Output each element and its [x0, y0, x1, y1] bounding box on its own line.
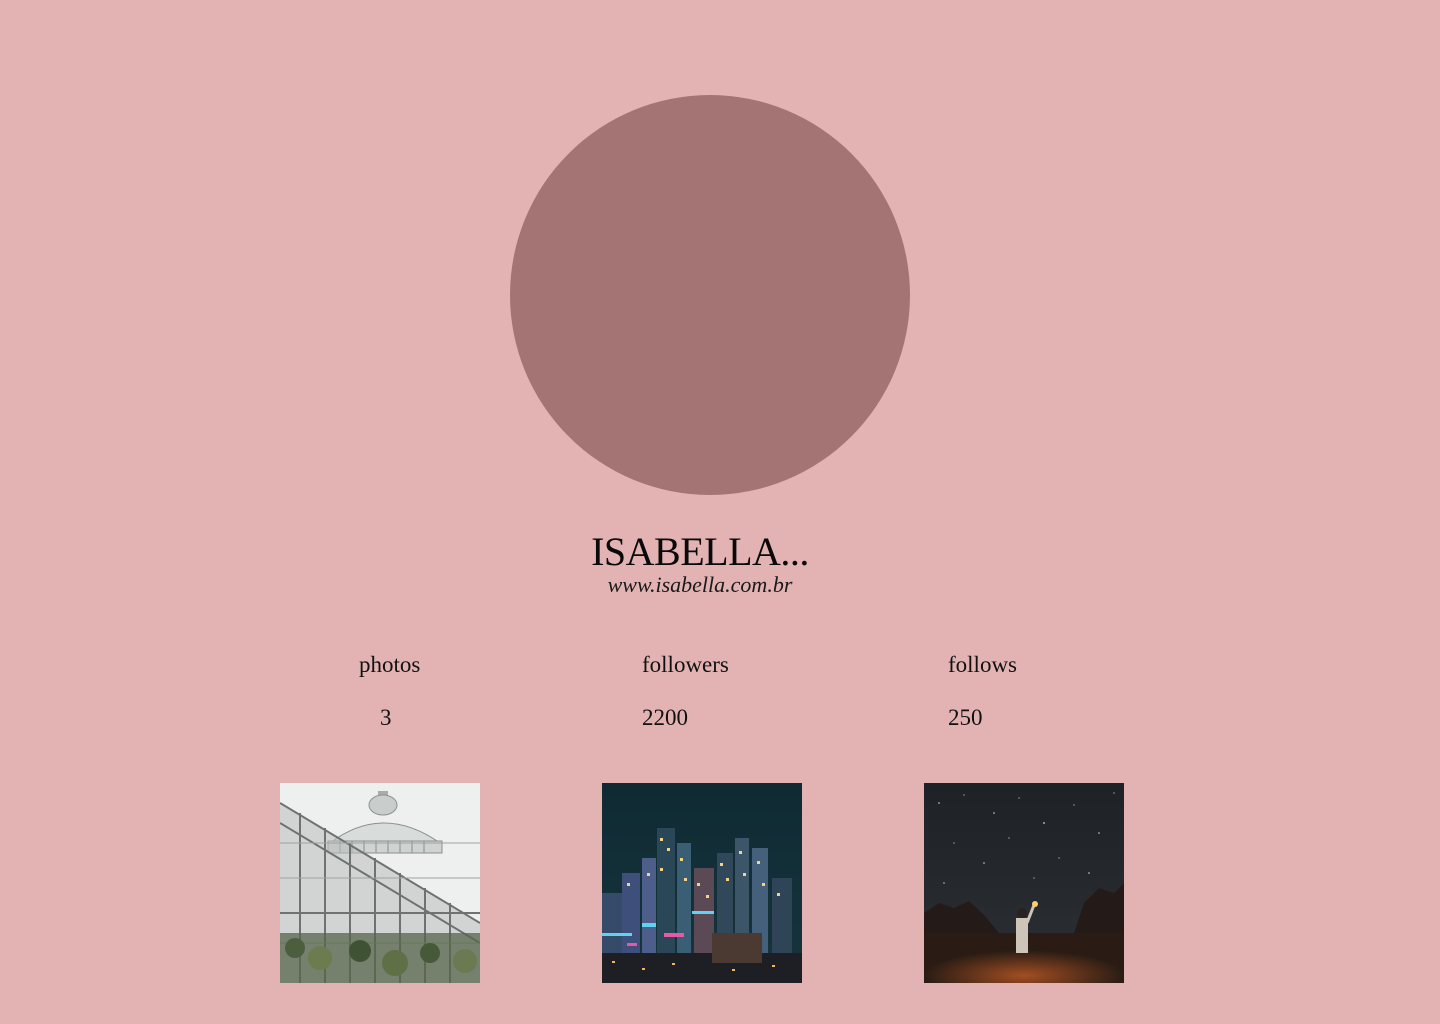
gallery-photo-greenhouse[interactable]: [280, 783, 480, 983]
profile-website-link[interactable]: www.isabella.com.br: [520, 572, 880, 598]
gallery-photo-night-sky[interactable]: [924, 783, 1124, 983]
starry-night-image: [924, 783, 1124, 983]
gallery-photo-city[interactable]: [602, 783, 802, 983]
follows-stat-label[interactable]: follows: [948, 651, 1017, 679]
city-skyline-image: [602, 783, 802, 983]
photos-stat-value: 3: [380, 705, 392, 730]
greenhouse-image: [280, 783, 480, 983]
profile-name: ISABELLA...: [591, 529, 809, 574]
profile-avatar[interactable]: [510, 95, 910, 495]
followers-stat-value: 2200: [642, 705, 688, 730]
followers-stat-label[interactable]: followers: [642, 651, 729, 679]
follows-stat-value: 250: [948, 705, 983, 730]
photos-stat-label[interactable]: photos: [359, 651, 420, 679]
